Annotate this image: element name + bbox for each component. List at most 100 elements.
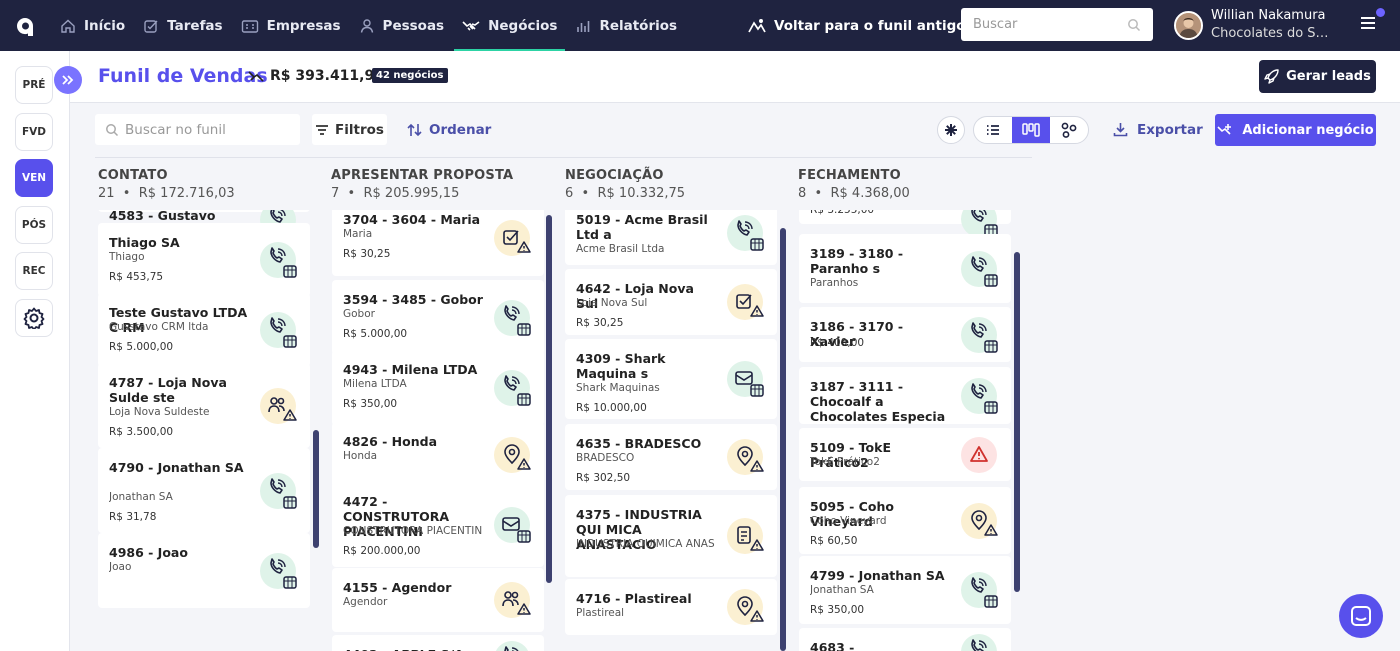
deal-name: 4787 - Loja Nova Sulde ste (109, 375, 227, 405)
deal-status-badge[interactable] (727, 361, 764, 397)
funnel-search-input[interactable]: Buscar no funil (95, 114, 300, 145)
nav-negocios[interactable]: Negócios (454, 0, 566, 51)
deal-card[interactable]: 4375 - INDUSTRIA QUI MICA ANASTACIO INDUS… (565, 495, 777, 577)
column-scrollbar[interactable] (780, 228, 786, 651)
nav-tarefas[interactable]: Tarefas (135, 0, 230, 51)
deal-status-badge[interactable] (494, 370, 531, 406)
add-deal-button[interactable]: Adicionar negócio (1215, 114, 1376, 146)
deal-company: Shark Maquinas (576, 382, 660, 394)
column-title: NEGOCIAÇÃO (565, 168, 664, 183)
column-scrollbar[interactable] (1014, 252, 1020, 592)
deal-value: R$ 30,25 (576, 317, 624, 329)
funnel-settings-button[interactable] (15, 299, 53, 337)
deal-status-badge[interactable] (260, 552, 297, 589)
chat-launcher-button[interactable] (1339, 594, 1383, 638)
deal-status-badge[interactable] (961, 210, 998, 237)
deal-status-badge[interactable] (727, 439, 764, 475)
deal-status-badge[interactable] (961, 634, 997, 651)
deal-card[interactable]: 5019 - Acme Brasil Ltd a Acme Brasil Ltda (565, 210, 777, 265)
nav-pessoas[interactable]: Pessoas (351, 0, 453, 51)
deal-card[interactable]: 5095 - Coho Vineyard Coho Vineyard R$ 60,5… (799, 487, 1011, 554)
avatar (1174, 10, 1203, 40)
deal-card[interactable]: 4683 - BRASILCOLOR (799, 628, 1011, 651)
building-icon (241, 19, 258, 33)
deal-status-badge[interactable] (260, 312, 297, 348)
nav-empresas[interactable]: Empresas (233, 0, 349, 51)
filters-button[interactable]: Filtros (312, 114, 387, 145)
deal-card[interactable]: 4943 - Milena LTDA Milena LTDA R$ 350,00 (332, 350, 544, 426)
phone-icon (270, 317, 297, 348)
deal-name: 4943 - Milena LTDA (343, 362, 478, 377)
rail-item-fvd[interactable]: FVD (15, 113, 53, 151)
deal-status-badge[interactable] (961, 377, 998, 414)
deal-status-badge[interactable] (727, 214, 764, 251)
deal-status-badge[interactable] (727, 589, 764, 625)
deal-card[interactable]: 4402 - APPLE S/A (332, 635, 544, 651)
rail-item-ven[interactable]: VEN (15, 159, 53, 197)
deal-card[interactable]: 4787 - Loja Nova Sulde ste Loja Nova Suld… (98, 363, 310, 448)
deal-status-badge[interactable] (961, 502, 998, 539)
deal-card[interactable]: 4155 - Agendor Agendor (332, 568, 544, 632)
deal-status-badge[interactable] (494, 437, 531, 473)
column-scrollbar[interactable] (313, 430, 319, 548)
alert-icon (970, 445, 988, 462)
deal-card[interactable]: 4309 - Shark Maquina s Shark Maquinas R$ 1… (565, 339, 777, 419)
deal-status-badge[interactable] (494, 582, 531, 618)
deal-status-badge[interactable] (961, 250, 998, 287)
rail-item-pos[interactable]: PÓS (15, 206, 53, 244)
deal-card[interactable]: 3594 - 3485 - Gobor Gobor R$ 5.000,00 (332, 280, 544, 355)
deal-card[interactable]: 3704 - 3604 - Maria Maria R$ 30,25 (332, 210, 544, 276)
deal-status-badge[interactable] (260, 472, 297, 509)
export-button[interactable]: Exportar (1113, 114, 1203, 145)
user-menu[interactable]: Willian Nakamura Chocolates do Sul Ltda (1174, 7, 1331, 43)
deal-card[interactable]: 3187 - 3111 - Chocoalf a Chocolates Espe… (799, 367, 1011, 424)
deal-card[interactable]: 4826 - Honda Honda (332, 422, 544, 488)
deal-company: Loja Nova Suldeste (109, 406, 210, 418)
collapse-rail-button[interactable] (54, 66, 82, 94)
deal-status-badge[interactable] (961, 316, 998, 353)
deal-card[interactable]: 4790 - Jonathan SA Jonathan SA R$ 31,78 (98, 448, 310, 533)
kanban-view-button[interactable] (1012, 117, 1050, 143)
deal-status-badge[interactable] (961, 572, 998, 608)
home-icon (61, 19, 75, 33)
back-to-old-funnel-link[interactable]: Voltar para o funil antigo (748, 0, 966, 51)
deal-card[interactable]: 3189 - 3180 - Paranho s Paranhos (799, 234, 1011, 303)
deal-status-badge[interactable] (727, 518, 764, 554)
deal-card[interactable]: 5109 - TokE Prático2 TokE Prático2 (799, 428, 1011, 481)
mail-icon (735, 371, 764, 397)
column-fechamento: R$ 3.255,00 3189 - 3180 - Paranho s Paranh… (799, 210, 1011, 651)
deal-card[interactable]: 3186 - 3170 - Xavier R$ 400,00 (799, 307, 1011, 362)
rail-item-rec[interactable]: REC (15, 252, 53, 290)
deal-status-badge[interactable] (494, 220, 531, 256)
global-search-input[interactable]: Buscar (961, 8, 1153, 41)
sort-button[interactable]: Ordenar (407, 114, 491, 145)
deal-card[interactable]: 4583 - GustavoGustavoR$ 60,50 (98, 210, 310, 256)
hamburger-menu-button[interactable] (1360, 15, 1376, 35)
deal-card[interactable]: R$ 3.255,00 (799, 210, 1011, 237)
rail-item-pre[interactable]: PRÉ (15, 66, 53, 104)
deal-status-badge[interactable] (260, 242, 297, 278)
nav-relatorios[interactable]: Relatórios (567, 0, 685, 51)
map-view-button[interactable] (1050, 117, 1088, 143)
column-scrollbar[interactable] (546, 215, 552, 583)
deal-card[interactable]: 4635 - BRADESCO BRADESCO R$ 302,50 (565, 424, 777, 490)
deal-card[interactable]: 4986 - Joao Joao (98, 533, 310, 608)
deal-card[interactable]: Thiago SA Thiago R$ 453,75 (98, 223, 310, 297)
deal-status-badge[interactable] (494, 299, 531, 336)
deal-card[interactable]: 4716 - Plastireal Plastireal (565, 579, 777, 635)
notification-dot (1376, 8, 1385, 17)
deal-status-badge[interactable] (727, 284, 764, 320)
agendor-logo[interactable] (0, 0, 52, 51)
gerar-leads-button[interactable]: Gerar leads (1259, 60, 1376, 93)
cluster-view-button[interactable] (937, 116, 965, 144)
deal-card[interactable]: 4472 - CONSTRUTORA PIACENTINI CONSTRUTORA… (332, 482, 544, 567)
list-view-button[interactable] (974, 117, 1012, 143)
deal-status-badge[interactable] (961, 436, 997, 473)
deal-card[interactable]: 4799 - Jonathan SA Jonathan SA R$ 350,00 (799, 556, 1011, 624)
deal-status-badge[interactable] (260, 387, 297, 424)
deal-status-badge[interactable] (494, 506, 531, 543)
deal-card[interactable]: 4642 - Loja Nova Sul Loja Nova Sul R$ 30,2… (565, 269, 777, 335)
deal-status-badge[interactable] (494, 641, 530, 651)
nav-inicio[interactable]: Início (52, 0, 133, 51)
deal-card[interactable]: Teste Gustavo LTDA C RM Gusstavo CRM ltda… (98, 293, 310, 367)
